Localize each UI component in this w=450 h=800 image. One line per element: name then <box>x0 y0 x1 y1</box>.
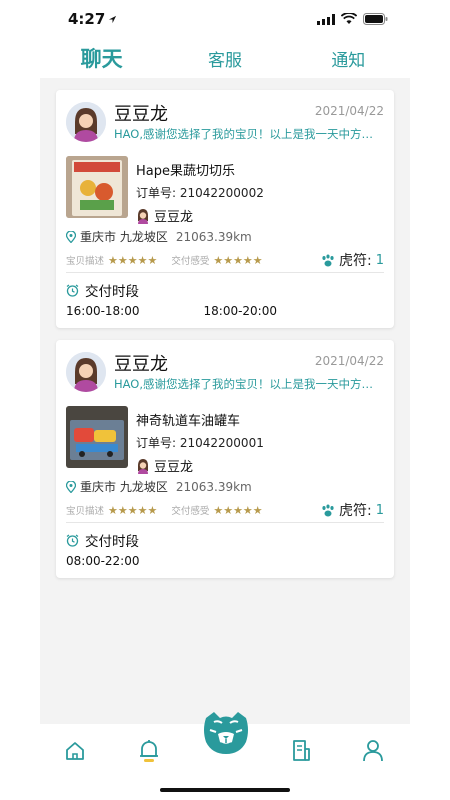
seller-avatar-icon <box>138 458 148 474</box>
home-indicator <box>160 788 290 792</box>
delivery-period-label: 交付时段 <box>85 284 139 300</box>
location-pin-icon <box>66 480 76 493</box>
delivery-slots: 08:00-22:00 <box>66 554 140 568</box>
nav-profile[interactable] <box>358 736 388 766</box>
user-icon <box>363 740 383 762</box>
status-time: 4:27 <box>68 10 106 28</box>
location-text: 重庆市 九龙坡区 <box>80 480 168 494</box>
wifi-icon <box>341 13 357 24</box>
nav-notifications[interactable] <box>134 736 164 766</box>
alarm-clock-icon <box>66 534 79 547</box>
hufu-value: 1 <box>375 252 384 268</box>
delivery-slot: 18:00-20:00 <box>203 304 278 318</box>
cellular-signal-icon <box>317 13 335 25</box>
distance-text: 21063.39km <box>175 229 252 244</box>
paw-icon <box>322 504 334 516</box>
hufu-value: 1 <box>375 502 384 518</box>
location-pin-icon <box>66 230 76 243</box>
rating-row: 宝贝描述 ★★★★★ 交付感受 ★★★★★ 虎符: 1 <box>66 500 384 520</box>
tab-customer-service[interactable]: 客服 <box>163 46 286 71</box>
battery-icon <box>363 13 388 25</box>
product-name: Hape果蔬切切乐 <box>136 164 235 179</box>
distance-text: 21063.39km <box>175 479 252 494</box>
nav-home[interactable] <box>60 736 90 766</box>
location-text: 重庆市 九龙坡区 <box>80 230 168 244</box>
status-bar: 4:27 <box>40 0 410 38</box>
home-icon <box>66 742 84 760</box>
order-number: 订单号: 21042200002 <box>136 186 264 200</box>
message-preview: HAO,感谢您选择了我的宝贝！以上是我一天中方便交付的时段 <box>114 127 384 141</box>
paw-icon <box>322 254 334 266</box>
order-card[interactable]: 豆豆龙 2021/04/22 HAO,感谢您选择了我的宝贝！以上是我一天中方便交… <box>56 340 394 578</box>
seller: 豆豆龙 <box>136 456 193 475</box>
description-stars: ★★★★★ <box>108 253 158 267</box>
bell-icon <box>140 740 158 762</box>
hufu: 虎符: 1 <box>321 250 384 270</box>
product-name: 神奇轨道车油罐车 <box>136 414 241 429</box>
hufu-label: 虎符: <box>339 253 372 269</box>
delivery-period-title: 交付时段 <box>66 530 139 550</box>
divider <box>66 272 384 273</box>
location-row: 重庆市 九龙坡区 21063.39km <box>66 478 252 495</box>
message-date: 2021/04/22 <box>314 104 384 118</box>
delivery-period-label: 交付时段 <box>85 534 139 550</box>
delivery-stars: ★★★★★ <box>213 503 263 517</box>
delivery-slot: 08:00-22:00 <box>66 554 140 568</box>
rating-row: 宝贝描述 ★★★★★ 交付感受 ★★★★★ 虎符: 1 <box>66 250 384 270</box>
location-row: 重庆市 九龙坡区 21063.39km <box>66 228 252 245</box>
delivery-slots: 16:00-18:00 18:00-20:00 <box>66 304 277 318</box>
description-stars: ★★★★★ <box>108 503 158 517</box>
hufu: 虎符: 1 <box>321 500 384 520</box>
product-thumbnail <box>66 156 128 218</box>
shop-name: 豆豆龙 <box>114 104 168 125</box>
rating-label-delivery: 交付感受 <box>171 256 210 267</box>
tab-notifications[interactable]: 通知 <box>287 46 410 71</box>
seller: 豆豆龙 <box>136 206 193 225</box>
tiger-center-button[interactable] <box>200 710 252 756</box>
app-screen: 4:27 聊天 客服 通知 豆豆龙 2021/04/22 HAO,感谢您选择了我… <box>40 0 410 800</box>
tiger-logo-icon <box>204 712 248 754</box>
delivery-stars: ★★★★★ <box>213 253 263 267</box>
avatar <box>66 102 106 142</box>
seller-name: 豆豆龙 <box>154 460 194 475</box>
nav-orders[interactable] <box>286 736 316 766</box>
divider <box>66 522 384 523</box>
alarm-clock-icon <box>66 284 79 297</box>
top-tabs: 聊天 客服 通知 <box>40 38 410 78</box>
product-thumbnail <box>66 406 128 468</box>
tab-chat[interactable]: 聊天 <box>40 43 163 73</box>
rating-label-description: 宝贝描述 <box>66 256 105 267</box>
seller-name: 豆豆龙 <box>154 210 194 225</box>
message-preview: HAO,感谢您选择了我的宝贝！以上是我一天中方便交付的时段 <box>114 377 384 391</box>
avatar <box>66 352 106 392</box>
delivery-period-title: 交付时段 <box>66 280 139 300</box>
hufu-label: 虎符: <box>339 503 372 519</box>
delivery-slot: 16:00-18:00 <box>66 304 140 318</box>
order-number: 订单号: 21042200001 <box>136 436 264 450</box>
message-date: 2021/04/22 <box>314 354 384 368</box>
order-icon <box>293 740 310 761</box>
shop-name: 豆豆龙 <box>114 354 168 375</box>
order-card[interactable]: 豆豆龙 2021/04/22 HAO,感谢您选择了我的宝贝！以上是我一天中方便交… <box>56 90 394 328</box>
seller-avatar-icon <box>138 208 148 224</box>
rating-label-delivery: 交付感受 <box>171 506 210 517</box>
rating-label-description: 宝贝描述 <box>66 506 105 517</box>
location-arrow-icon <box>109 15 117 23</box>
